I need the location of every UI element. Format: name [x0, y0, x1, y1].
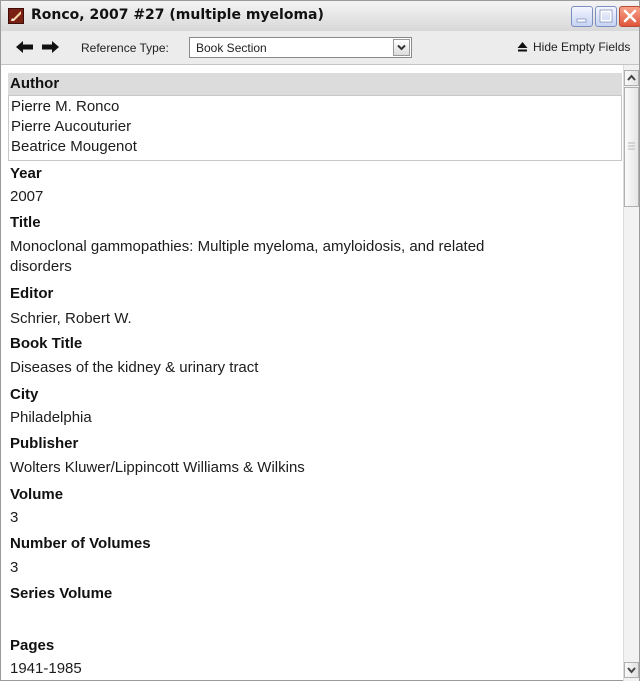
year-label: Year [10, 165, 42, 182]
hide-empty-fields-button[interactable]: Hide Empty Fields [517, 40, 630, 54]
endnote-app-icon [8, 8, 24, 24]
author-label-band [8, 73, 622, 95]
title-value-line-1[interactable]: Monoclonal gammopathies: Multiple myelom… [10, 237, 484, 257]
pages-label: Pages [10, 637, 55, 654]
author-value-3: Beatrice Mougenot [11, 138, 137, 155]
close-button[interactable] [619, 6, 640, 27]
vertical-scrollbar[interactable] [623, 65, 639, 681]
volume-value[interactable]: 3 [10, 508, 18, 528]
year-value[interactable]: 2007 [10, 187, 43, 207]
chevron-up-icon [627, 74, 636, 81]
volume-label: Volume [10, 486, 64, 503]
editor-label: Editor [10, 285, 54, 302]
city-label: City [10, 386, 39, 403]
publisher-value[interactable]: Wolters Kluwer/Lippincott Williams & Wil… [10, 458, 305, 478]
author-input[interactable]: Pierre M. Ronco Pierre Aucouturier Beatr… [8, 95, 622, 161]
number-of-volumes-value[interactable]: 3 [10, 558, 18, 578]
author-value-1: Pierre M. Ronco [11, 98, 120, 115]
maximize-icon [599, 9, 613, 23]
close-icon [623, 9, 637, 23]
reference-window: Ronco, 2007 #27 (multiple myeloma) Refer… [0, 0, 640, 681]
reference-type-value: Book Section [196, 41, 267, 55]
author-field[interactable]: Author Pierre M. Ronco Pierre Aucouturie… [8, 73, 622, 161]
author-label: Author [10, 75, 60, 92]
scroll-thumb[interactable] [624, 87, 639, 207]
reference-fields-panel: Author Pierre M. Ronco Pierre Aucouturie… [8, 65, 622, 681]
title-label: Title [10, 214, 41, 231]
pages-value[interactable]: 1941-1985 [10, 659, 82, 679]
scroll-up-button[interactable] [624, 70, 639, 86]
back-button[interactable] [16, 40, 34, 54]
chevron-down-icon [397, 44, 406, 51]
hide-empty-fields-label: Hide Empty Fields [533, 40, 631, 54]
reference-type-select[interactable]: Book Section [189, 37, 412, 58]
editor-value[interactable]: Schrier, Robert W. [10, 309, 132, 329]
reference-toolbar: Reference Type: Book Section Hide Empty … [1, 31, 639, 65]
chevron-down-icon [627, 667, 636, 674]
title-value-line-2[interactable]: disorders [10, 257, 72, 277]
arrow-right-icon [42, 41, 59, 53]
window-title: Ronco, 2007 #27 (multiple myeloma) [31, 7, 324, 23]
title-bar[interactable]: Ronco, 2007 #27 (multiple myeloma) [1, 1, 640, 32]
arrow-left-icon [16, 41, 33, 53]
minimize-icon [576, 18, 587, 23]
city-value[interactable]: Philadelphia [10, 408, 92, 428]
triangle-up-icon [517, 42, 528, 52]
book-title-value[interactable]: Diseases of the kidney & urinary tract [10, 358, 258, 378]
series-volume-label: Series Volume [10, 585, 113, 602]
minimize-button[interactable] [571, 6, 593, 27]
dropdown-button[interactable] [393, 39, 410, 56]
scroll-down-button[interactable] [624, 662, 639, 678]
number-of-volumes-label: Number of Volumes [10, 535, 151, 552]
forward-button[interactable] [41, 40, 59, 54]
author-value-2: Pierre Aucouturier [11, 118, 132, 135]
grip-icon [628, 142, 635, 150]
book-title-label: Book Title [10, 335, 83, 352]
reference-type-label: Reference Type: [81, 41, 169, 55]
publisher-label: Publisher [10, 435, 79, 452]
maximize-button[interactable] [595, 6, 617, 27]
